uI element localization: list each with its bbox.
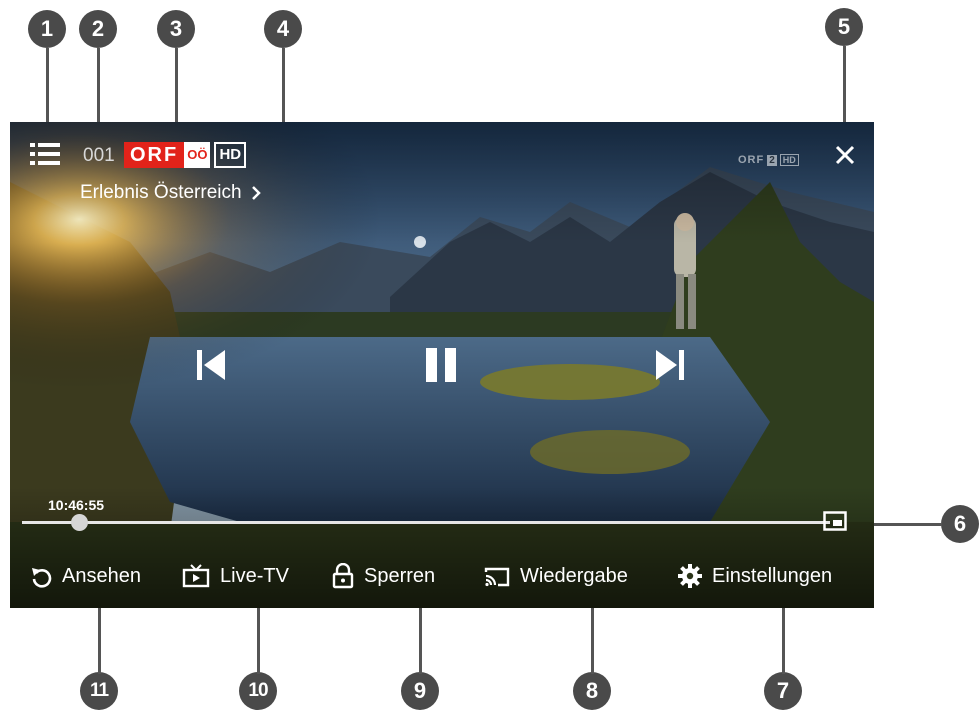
watermark-brand: ORF [738, 154, 765, 166]
callout-8: 8 [573, 672, 611, 710]
callout-6: 6 [941, 505, 979, 543]
lock-label: Sperren [364, 564, 436, 587]
tv-icon [182, 564, 210, 588]
callout-3: 3 [157, 10, 195, 48]
callout-2: 2 [79, 10, 117, 48]
current-time: 10:46:55 [48, 497, 105, 513]
callout-4: 4 [264, 10, 302, 48]
seek-bar[interactable] [22, 521, 830, 524]
callout-1: 1 [28, 10, 66, 48]
cast-label: Wiedergabe [520, 565, 628, 587]
restart-icon [32, 567, 52, 588]
gear-icon [678, 564, 702, 588]
leader-line-2 [97, 48, 100, 130]
channel-logo: ORF OÖ HD [124, 142, 247, 168]
close-icon[interactable] [834, 144, 856, 166]
chevron-right-icon [251, 186, 261, 200]
seek-thumb[interactable] [70, 514, 88, 531]
previous-icon[interactable] [195, 348, 227, 382]
settings-label: Einstellungen [712, 564, 833, 587]
channel-number: 001 [83, 145, 115, 166]
hd-badge: HD [214, 142, 247, 168]
live-tv-label: Live-TV [220, 564, 289, 587]
callout-5: 5 [825, 8, 863, 46]
live-tv-button[interactable]: Live-TV [182, 564, 289, 588]
settings-button[interactable]: Einstellungen [678, 564, 832, 588]
leader-line-6 [866, 523, 942, 526]
watermark-number: 2 [767, 154, 777, 166]
callout-11: 11 [80, 672, 118, 710]
menu-icon[interactable] [30, 140, 62, 168]
next-icon[interactable] [654, 348, 686, 382]
callout-9: 9 [401, 672, 439, 710]
leader-line-1 [46, 48, 49, 130]
lock-button[interactable]: Sperren [332, 563, 435, 589]
lock-icon [332, 563, 354, 589]
callout-7: 7 [764, 672, 802, 710]
restart-label: Ansehen [62, 565, 141, 587]
pause-icon[interactable] [424, 346, 458, 384]
callout-10: 10 [239, 672, 277, 710]
channel-logo-region: OÖ [184, 142, 211, 168]
watermark-quality: HD [779, 154, 799, 166]
cast-button[interactable]: Wiedergabe [484, 565, 628, 588]
pip-icon[interactable] [823, 511, 847, 531]
video-player[interactable]: 001 ORF OÖ HD Erlebnis Österreich ORF 2 … [10, 122, 874, 608]
cast-icon [484, 567, 510, 586]
program-title: Erlebnis Österreich [80, 182, 242, 203]
program-title-link[interactable]: Erlebnis Österreich [80, 182, 262, 204]
restart-button[interactable]: Ansehen [30, 565, 141, 588]
channel-logo-orf: ORF [124, 142, 185, 168]
watermark-orf2: ORF 2 HD [738, 154, 799, 166]
leader-line-3 [175, 48, 178, 130]
